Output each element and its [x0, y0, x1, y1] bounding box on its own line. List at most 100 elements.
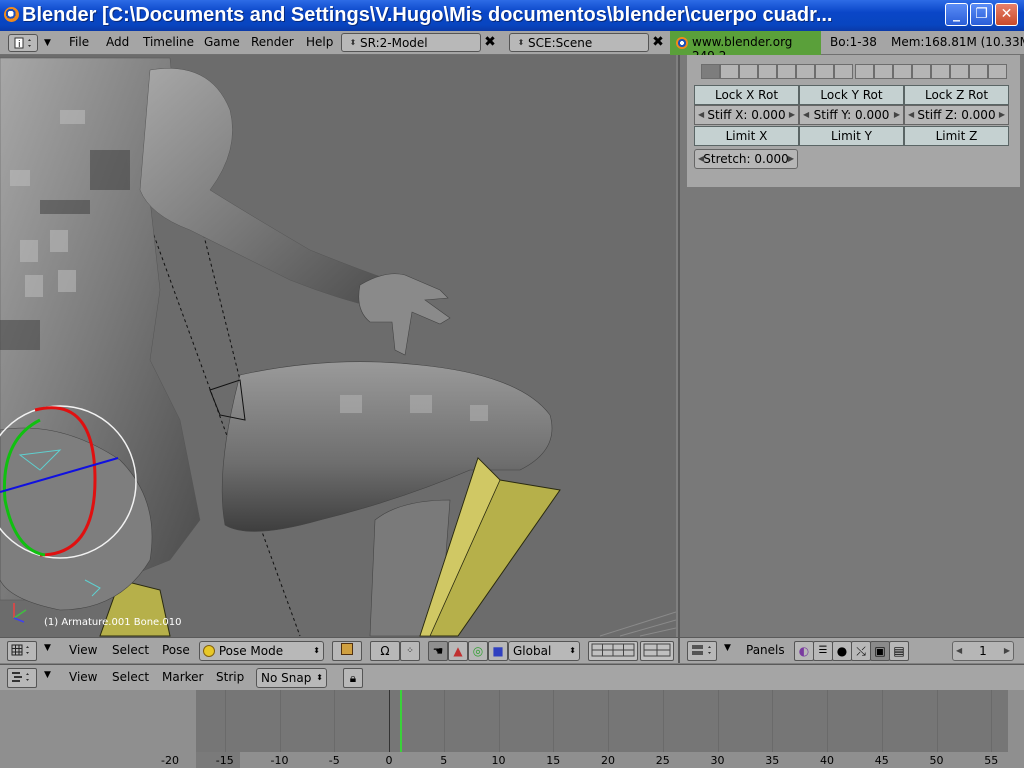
layer-buttons-2[interactable] [640, 641, 674, 661]
limit-y-button[interactable]: Limit Y [799, 126, 904, 146]
window-type-selector[interactable] [687, 641, 717, 661]
lock-button[interactable]: 🔒︎ [343, 668, 363, 688]
right-arrow-icon: ▶ [788, 110, 795, 119]
frame-number-field[interactable]: ◀ 1 ▶ [952, 641, 1014, 661]
editing-context-button[interactable]: ▣ [870, 641, 890, 661]
timeline-menu-select[interactable]: Select [112, 670, 149, 684]
current-frame-cursor[interactable] [399, 690, 402, 752]
draw-type-selector[interactable] [332, 641, 362, 661]
menu-game[interactable]: Game [204, 35, 240, 49]
screen-selector[interactable]: ⬍ SR:2-Model [341, 33, 481, 52]
timeline-menu-view[interactable]: View [69, 670, 97, 684]
window-type-selector[interactable] [7, 668, 37, 688]
menu-help[interactable]: Help [306, 35, 333, 49]
window-type-selector[interactable]: i [8, 34, 38, 52]
collapse-menu-icon[interactable]: ▼ [44, 34, 51, 52]
object-context-button[interactable]: ⤯ [851, 641, 871, 661]
collapse-menu-icon[interactable]: ▼ [44, 670, 51, 680]
scene-selector[interactable]: ⬍ SCE:Scene [509, 33, 649, 52]
stretch-field[interactable]: ◀ Stretch: 0.000 ▶ [694, 149, 798, 169]
timeline-menu-strip[interactable]: Strip [216, 670, 244, 684]
timeline-menu-marker[interactable]: Marker [162, 670, 203, 684]
translate-manipulator[interactable]: ▲ [448, 641, 468, 661]
scene-icon: ▤ [893, 644, 905, 658]
timeline-header: ▼ View Select Marker Strip No Snap ⬍ 🔒︎ [0, 664, 1024, 690]
pivot-selector[interactable]: Ω [370, 641, 400, 661]
orientation-selector[interactable]: Global ⬍ [508, 641, 580, 661]
stiff-x-field[interactable]: ◀ Stiff X: 0.000 ▶ [694, 105, 799, 125]
limit-x-button[interactable]: Limit X [694, 126, 799, 146]
timeline-tick-label: 0 [385, 754, 393, 767]
orientation-value: Global [513, 644, 552, 658]
collapse-menu-icon[interactable]: ▼ [724, 643, 731, 653]
scene-context-button[interactable]: ▤ [889, 641, 909, 661]
stiff-x-value: Stiff X: 0.000 [707, 108, 786, 122]
object-icon: ⤯ [856, 644, 866, 658]
menu-file[interactable]: File [69, 35, 89, 49]
scale-manipulator[interactable]: ■ [488, 641, 508, 661]
menu-render[interactable]: Render [251, 35, 294, 49]
delete-scene-button[interactable]: ✖ [650, 34, 666, 51]
timeline-gridline [224, 690, 226, 752]
layer-toggles[interactable] [701, 64, 1007, 79]
left-arrow-icon: ◀ [803, 110, 810, 119]
stiff-y-field[interactable]: ◀ Stiff Y: 0.000 ▶ [799, 105, 904, 125]
logic-context-button[interactable]: ◐ [794, 641, 814, 661]
snap-grid-button[interactable]: ⁘ [400, 641, 420, 661]
snap-selector[interactable]: No Snap ⬍ [256, 668, 327, 688]
shading-context-button[interactable]: ● [832, 641, 852, 661]
lock-z-rot-button[interactable]: Lock Z Rot [904, 85, 1009, 105]
collapse-menu-icon[interactable]: ▼ [44, 643, 51, 653]
rotate-manipulator[interactable]: ◎ [468, 641, 488, 661]
left-arrow-icon: ◀ [908, 110, 915, 119]
stiff-z-field[interactable]: ◀ Stiff Z: 0.000 ▶ [904, 105, 1009, 125]
script-context-button[interactable]: ☰ [813, 641, 833, 661]
panels-menu[interactable]: Panels [746, 643, 785, 657]
window-title: Blender [C:\Documents and Settings\V.Hug… [22, 4, 833, 26]
timeline-area[interactable]: -20 -15 -10 -5 0 5 10 15 20 25 30 35 40 45 50 55 [0, 690, 1024, 768]
updown-arrows-icon: ⬍ [517, 38, 525, 47]
pose-mode-icon [203, 645, 215, 657]
left-arrow-icon: ◀ [956, 646, 963, 655]
lock-x-rot-button[interactable]: Lock X Rot [694, 85, 799, 105]
limit-z-button[interactable]: Limit Z [904, 126, 1009, 146]
close-button[interactable]: ✕ [995, 3, 1018, 26]
timeline-tick-label: -10 [270, 754, 289, 767]
minimize-button[interactable]: _ [945, 3, 968, 26]
menu-timeline[interactable]: Timeline [143, 35, 194, 49]
lock-icon: 🔒︎ [349, 671, 357, 685]
lock-y-rot-button[interactable]: Lock Y Rot [799, 85, 904, 105]
layer-buttons-1[interactable] [588, 641, 638, 661]
view3d-menu-view[interactable]: View [69, 643, 97, 657]
timeline-tick-label: 45 [874, 754, 889, 767]
maximize-button[interactable]: ❐ [970, 3, 993, 26]
menu-add[interactable]: Add [106, 35, 129, 49]
blender-logo-icon [4, 7, 19, 22]
frame-number-value: 1 [979, 644, 987, 658]
right-arrow-icon: ▶ [893, 110, 900, 119]
delete-screen-button[interactable]: ✖ [482, 34, 498, 51]
bone-count: Bo:1-38 [830, 35, 877, 49]
buttons-window: Lock X Rot Lock Y Rot Lock Z Rot ◀ Stiff … [678, 55, 1024, 637]
svg-text:i: i [18, 40, 21, 50]
right-arrow-icon: ▶ [998, 110, 1005, 119]
timeline-gridline [991, 690, 993, 752]
manipulator-toggle[interactable]: ☚ [428, 641, 448, 661]
timeline-gridline [936, 690, 938, 752]
window-type-selector[interactable] [7, 641, 37, 661]
view3d-menu-pose[interactable]: Pose [162, 643, 190, 657]
3d-viewport[interactable] [0, 55, 676, 637]
timeline-tick-label: 40 [820, 754, 834, 767]
view3d-menu-select[interactable]: Select [112, 643, 149, 657]
solid-draw-icon [341, 643, 353, 655]
timeline-tick-label: 5 [440, 754, 448, 767]
timeline-tick-label: 30 [710, 754, 725, 767]
stiff-y-value: Stiff Y: 0.000 [813, 108, 890, 122]
timeline-tick-label: 25 [655, 754, 670, 767]
editing-icon: ▣ [874, 644, 886, 658]
mode-selector[interactable]: Pose Mode ⬍ [199, 641, 324, 661]
updown-arrows-icon: ⬍ [313, 646, 320, 655]
timeline-tick-label: 15 [546, 754, 561, 767]
timeline-gridline [553, 690, 555, 752]
hand-icon: ☚ [432, 644, 444, 658]
